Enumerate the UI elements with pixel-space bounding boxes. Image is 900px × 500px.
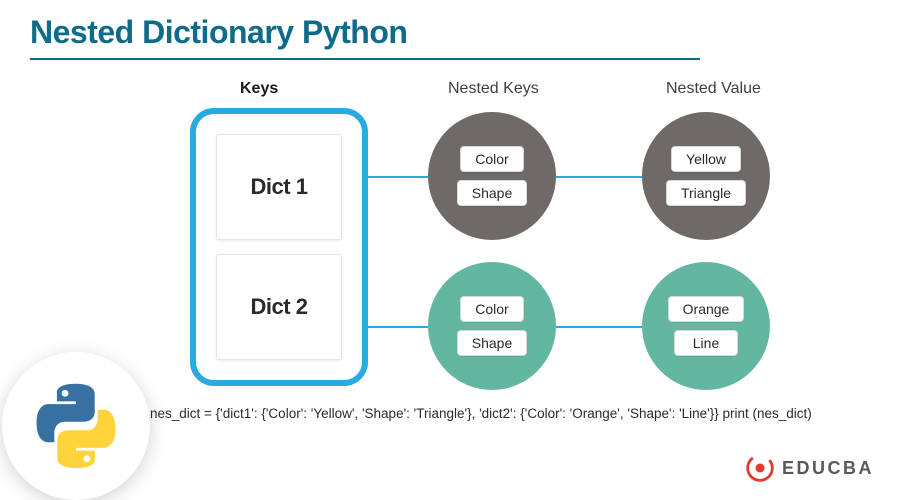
column-header-nested-value: Nested Value bbox=[666, 80, 761, 98]
brand-logo: EDUCBA bbox=[746, 454, 874, 482]
chip-nested-value: Yellow bbox=[671, 146, 741, 172]
connector-line bbox=[368, 326, 428, 328]
python-logo-icon bbox=[2, 352, 150, 500]
chip-nested-value: Line bbox=[674, 330, 738, 356]
key-cell-dict1: Dict 1 bbox=[216, 134, 342, 240]
key-cell-dict2: Dict 2 bbox=[216, 254, 342, 360]
column-header-nested-keys: Nested Keys bbox=[448, 80, 539, 98]
keys-container: Dict 1 Dict 2 bbox=[190, 108, 368, 386]
chip-nested-value: Triangle bbox=[666, 180, 746, 206]
nested-values-circle-1: Yellow Triangle bbox=[642, 112, 770, 240]
chip-nested-key: Shape bbox=[457, 180, 527, 206]
chip-nested-key: Color bbox=[460, 296, 524, 322]
chip-nested-key: Shape bbox=[457, 330, 527, 356]
page-title: Nested Dictionary Python bbox=[30, 14, 407, 51]
connector-line bbox=[556, 176, 642, 178]
chip-nested-key: Color bbox=[460, 146, 524, 172]
brand-mark-icon bbox=[746, 454, 774, 482]
connector-line bbox=[368, 176, 428, 178]
nested-values-circle-2: Orange Line bbox=[642, 262, 770, 390]
chip-nested-value: Orange bbox=[668, 296, 745, 322]
column-header-keys: Keys bbox=[240, 80, 278, 98]
nested-keys-circle-2: Color Shape bbox=[428, 262, 556, 390]
connector-line bbox=[556, 326, 642, 328]
brand-text: EDUCBA bbox=[782, 458, 874, 479]
title-underline bbox=[30, 58, 700, 60]
code-snippet: nes_dict = {'dict1': {'Color': 'Yellow',… bbox=[150, 406, 870, 421]
nested-keys-circle-1: Color Shape bbox=[428, 112, 556, 240]
